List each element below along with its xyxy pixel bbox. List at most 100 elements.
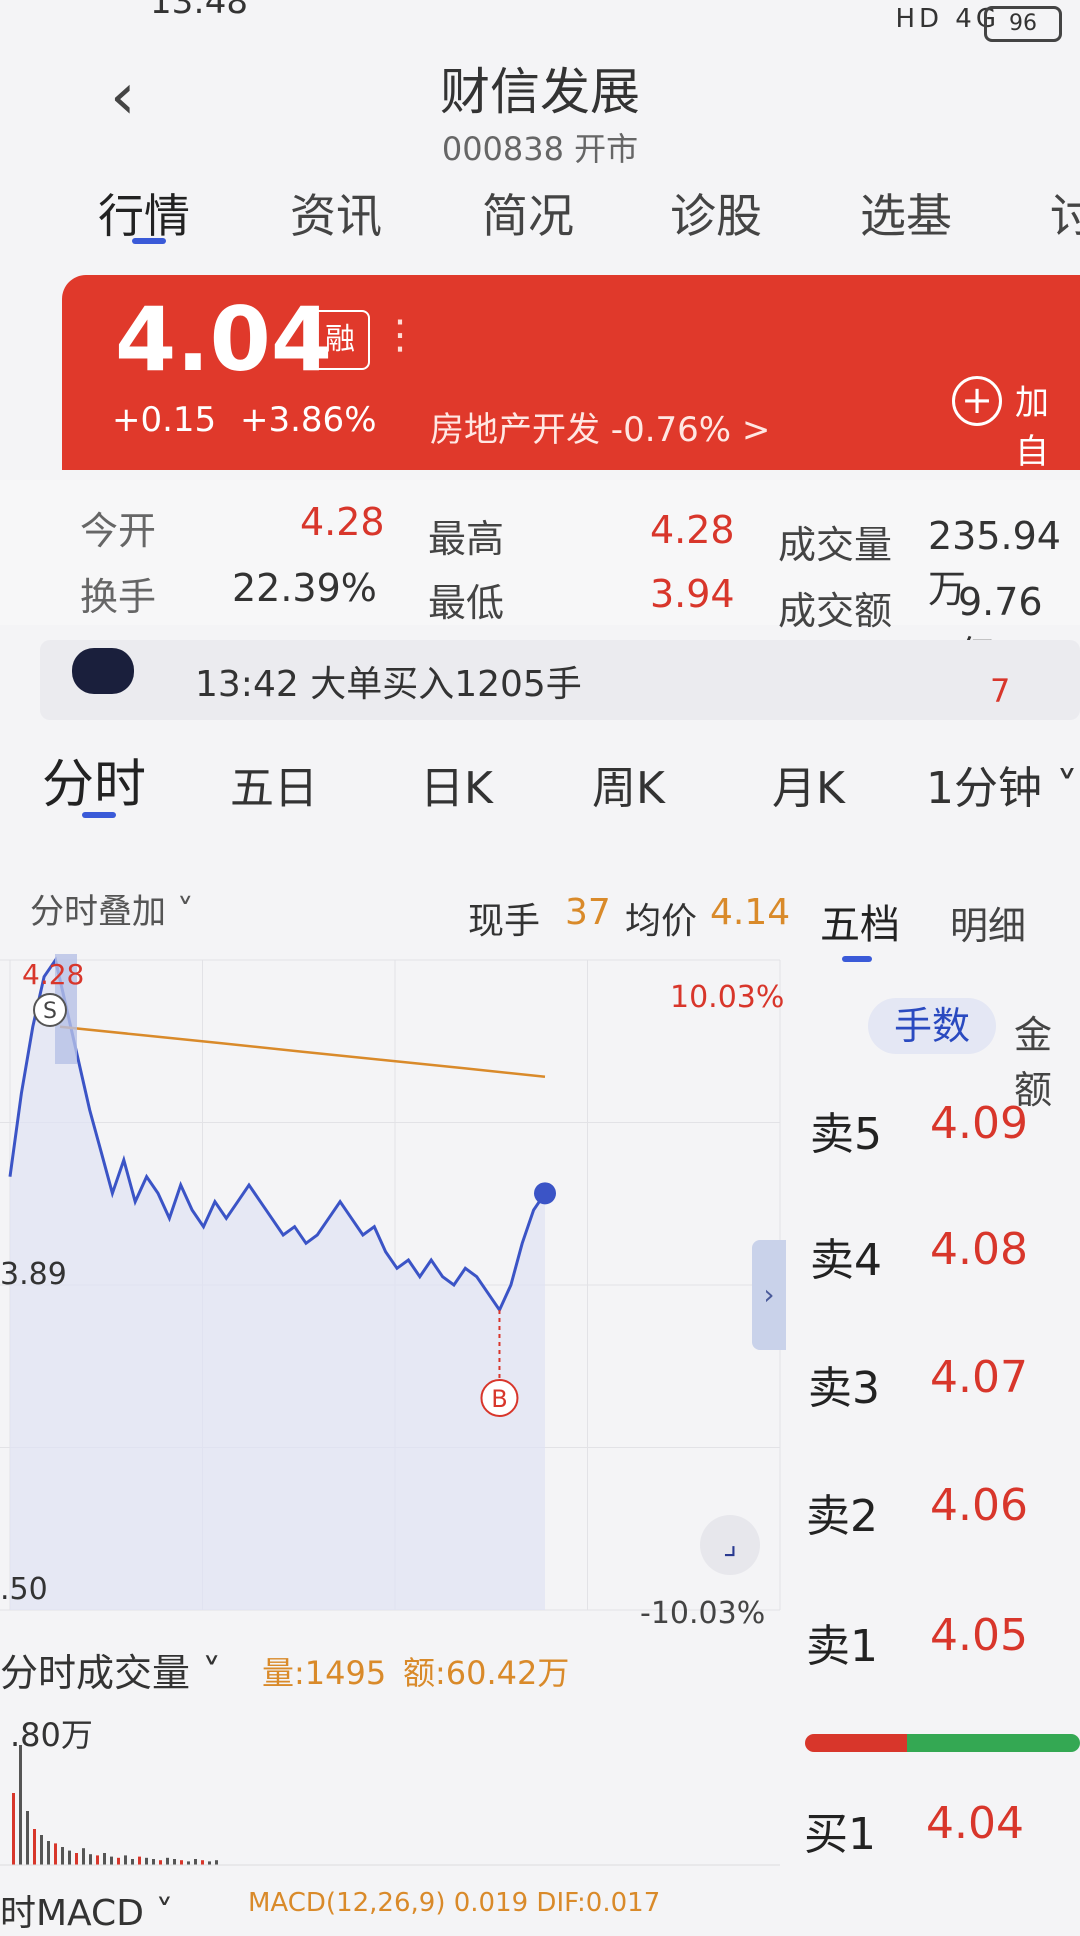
- bid1-price: 4.04: [926, 1798, 1024, 1849]
- fullscreen-icon[interactable]: ⌟: [700, 1515, 760, 1575]
- volume-bar: [201, 1860, 204, 1865]
- volume-bar: [89, 1854, 92, 1865]
- sector-link[interactable]: 房地产开发 -0.76% >: [430, 402, 770, 451]
- stats-panel: 今开 4.28 最高 4.28 成交量 235.94万 换手 22.39% 最低…: [0, 480, 1080, 677]
- intraday-chart[interactable]: SB: [0, 940, 790, 1630]
- tab-five-levels[interactable]: 五档: [820, 892, 900, 950]
- avg-price-line: [59, 1025, 546, 1078]
- ask3-price: 4.07: [930, 1352, 1028, 1403]
- margin-badge[interactable]: 融: [310, 310, 370, 370]
- volume-bar: [61, 1847, 64, 1865]
- volume-bar: [194, 1859, 197, 1865]
- volume-bar: [215, 1860, 218, 1865]
- bid1-label: 买1: [804, 1809, 876, 1860]
- current-hand-label: 现手: [468, 901, 541, 942]
- price-change: +0.15: [112, 400, 217, 440]
- add-watchlist-label[interactable]: 加自: [1015, 375, 1080, 473]
- price-area: [10, 960, 545, 1610]
- volume-dropdown[interactable]: 分时成交量 ˅: [0, 1642, 221, 1697]
- robot-icon: [72, 648, 134, 694]
- tab-quote[interactable]: 行情: [98, 180, 190, 246]
- chart-high-label: 4.28: [22, 958, 85, 991]
- status-bar: 13:48 HD 4G 96: [0, 0, 1080, 44]
- volume-bar: [103, 1853, 106, 1865]
- tab-discuss[interactable]: 讨: [1050, 180, 1080, 246]
- volume-bar: [12, 1793, 15, 1865]
- buy-marker: B: [491, 1385, 507, 1413]
- ask4-price: 4.08: [930, 1224, 1028, 1275]
- current-hand-value: 37: [565, 892, 611, 933]
- stock-code-status: 000838 开市: [441, 130, 639, 168]
- bid-ask-ratio-bar: [805, 1734, 1080, 1752]
- stat-value-high: 4.28: [650, 508, 735, 552]
- stat-label-high: 最高: [428, 517, 505, 561]
- avg-price-label: 均价: [625, 901, 698, 942]
- tab-funds[interactable]: 选基: [860, 180, 952, 246]
- chart-high-pct: 10.03%: [670, 980, 785, 1015]
- avg-price-value: 4.14: [710, 892, 791, 933]
- volume-bar: [40, 1835, 43, 1865]
- five-levels-indicator: [842, 956, 872, 962]
- period-tab-weekly[interactable]: 周K: [592, 752, 665, 816]
- volume-bar: [47, 1841, 50, 1865]
- bid-ratio: [906, 1734, 1080, 1752]
- volume-max-label: .80万: [10, 1716, 93, 1754]
- status-time: 13:48: [150, 0, 248, 22]
- stat-label-open: 今开: [80, 509, 157, 553]
- stat-value-low: 3.94: [650, 572, 735, 616]
- period-tab-intraday[interactable]: 分时: [42, 742, 146, 817]
- battery-icon: 96: [984, 6, 1062, 42]
- ask4-label: 卖4: [810, 1235, 882, 1286]
- volume-bar: [75, 1853, 78, 1865]
- ask5-label: 卖5: [810, 1109, 882, 1160]
- period-tab-monthly[interactable]: 月K: [772, 752, 845, 816]
- volume-bar: [124, 1855, 127, 1865]
- news-count: 7: [990, 672, 1011, 710]
- period-tab-5day[interactable]: 五日: [230, 752, 318, 816]
- volume-bar: [33, 1829, 36, 1865]
- stat-value-open: 4.28: [300, 500, 385, 544]
- volume-bar: [166, 1857, 169, 1865]
- ask-ratio: [805, 1734, 907, 1752]
- volume-bar: [82, 1848, 85, 1865]
- volume-bar: [173, 1859, 176, 1865]
- chart-low-pct: -10.03%: [640, 1596, 766, 1631]
- period-tab-daily[interactable]: 日K: [420, 752, 493, 816]
- tab-details[interactable]: 明细: [950, 895, 1026, 950]
- stat-label-turnover: 换手: [80, 575, 157, 619]
- news-text[interactable]: 13:42 大单买入1205手: [195, 655, 582, 707]
- ask2-price: 4.06: [930, 1480, 1028, 1531]
- volume-bar: [54, 1843, 57, 1865]
- volume-bar: [208, 1861, 211, 1865]
- volume-bar: [138, 1856, 141, 1865]
- main-tabs: 行情 资讯 简况 诊股 选基 讨: [0, 180, 1080, 260]
- volume-value: 量:1495: [262, 1654, 387, 1692]
- price-change-pct: +3.86%: [240, 400, 377, 440]
- ask1-price: 4.05: [930, 1610, 1028, 1661]
- add-watchlist-icon[interactable]: +: [952, 376, 1002, 426]
- macd-dropdown[interactable]: 时MACD ˅: [0, 1884, 173, 1936]
- period-tab-minute[interactable]: 1分钟 ˅: [926, 752, 1078, 816]
- stat-label-low: 最低: [428, 581, 505, 625]
- volume-bar: [110, 1856, 113, 1865]
- volume-bar: [187, 1861, 190, 1865]
- volume-bar: [145, 1857, 148, 1865]
- current-price: 4.04: [115, 288, 333, 391]
- ask3-label: 卖3: [808, 1363, 880, 1414]
- tab-diagnosis[interactable]: 诊股: [670, 180, 762, 246]
- tab-lots[interactable]: 手数: [868, 998, 996, 1054]
- page-title: 财信发展: [440, 63, 640, 121]
- volume-bar: [159, 1860, 162, 1865]
- expand-panel-handle[interactable]: ›: [752, 1240, 786, 1350]
- tab-profile[interactable]: 简况: [482, 180, 574, 246]
- more-icon[interactable]: ⋮: [380, 312, 420, 358]
- amount-value: 额:60.42万: [403, 1654, 570, 1692]
- volume-bar: [26, 1811, 29, 1865]
- tab-news[interactable]: 资讯: [290, 180, 382, 246]
- volume-bar: [152, 1859, 155, 1865]
- volume-bar: [68, 1850, 71, 1865]
- ask2-label: 卖2: [806, 1491, 878, 1542]
- overlay-dropdown[interactable]: 分时叠加 ˅: [30, 884, 194, 933]
- macd-info: MACD(12,26,9) 0.019 DIF:0.017: [248, 1888, 661, 1918]
- volume-bar: [131, 1859, 134, 1865]
